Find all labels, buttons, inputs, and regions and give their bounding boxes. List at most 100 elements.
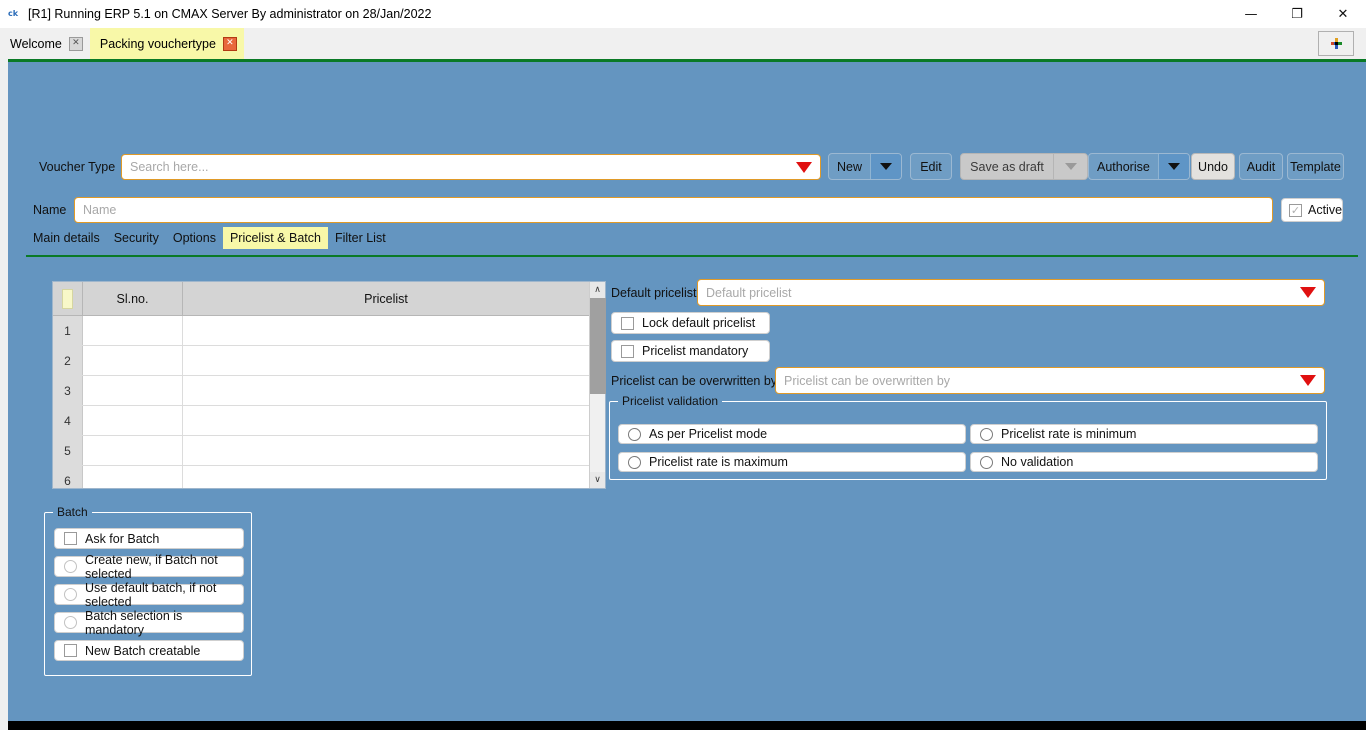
tab-options[interactable]: Options — [166, 227, 223, 249]
cell-pricelist[interactable] — [183, 316, 589, 345]
audit-button-label: Audit — [1247, 160, 1276, 174]
authorise-dropdown-toggle[interactable] — [1158, 154, 1189, 179]
audit-button[interactable]: Audit — [1239, 153, 1283, 180]
app-icon: ck — [6, 7, 20, 21]
cell-slno[interactable] — [83, 346, 183, 375]
pricelist-grid[interactable]: Sl.no. Pricelist 1 2 3 — [52, 281, 606, 489]
radio-label: Batch selection is mandatory — [85, 609, 234, 637]
checkbox-icon — [64, 644, 77, 657]
cell-slno[interactable] — [83, 316, 183, 345]
scroll-down-icon[interactable]: ∨ — [590, 472, 605, 488]
radio-icon — [64, 616, 77, 629]
doc-tab-welcome[interactable]: Welcome ✕ — [0, 28, 90, 59]
name-input[interactable]: Name — [74, 197, 1273, 223]
table-row[interactable]: 3 — [53, 376, 589, 406]
cell-slno[interactable] — [83, 466, 183, 488]
window-title: [R1] Running ERP 5.1 on CMAX Server By a… — [28, 7, 431, 21]
radio-icon — [628, 456, 641, 469]
cell-slno[interactable] — [83, 376, 183, 405]
checkbox-icon — [621, 345, 634, 358]
radio-as-per-pricelist-mode[interactable]: As per Pricelist mode — [618, 424, 966, 444]
maximize-icon[interactable]: ❐ — [1274, 0, 1320, 28]
table-row[interactable]: 6 — [53, 466, 589, 488]
new-button-label: New — [829, 160, 870, 174]
close-icon[interactable]: ✕ — [1320, 0, 1366, 28]
cell-slno[interactable] — [83, 436, 183, 465]
scrollbar-thumb[interactable] — [590, 298, 606, 394]
tab-pricelist-and-batch[interactable]: Pricelist & Batch — [223, 227, 328, 249]
authorise-button-label: Authorise — [1089, 160, 1158, 174]
ask-for-batch-checkbox[interactable]: Ask for Batch — [54, 528, 244, 549]
row-number: 1 — [53, 316, 83, 345]
tab-filter-list[interactable]: Filter List — [328, 227, 393, 249]
table-row[interactable]: 2 — [53, 346, 589, 376]
table-row[interactable]: 5 — [53, 436, 589, 466]
save-as-draft-dropdown-toggle[interactable] — [1053, 154, 1087, 179]
minimize-icon[interactable]: — — [1228, 0, 1274, 28]
pricelist-overwritten-by-combobox[interactable]: Pricelist can be overwritten by — [775, 367, 1325, 394]
grid-header-row: Sl.no. Pricelist — [53, 282, 589, 316]
scrollbar-track[interactable] — [590, 298, 605, 472]
close-icon[interactable]: ✕ — [223, 37, 237, 51]
doc-tab-packing-vouchertype[interactable]: Packing vouchertype ✕ — [90, 28, 244, 59]
grid-corner-cell[interactable] — [53, 282, 83, 315]
grid-main: Sl.no. Pricelist 1 2 3 — [53, 282, 589, 488]
cell-pricelist[interactable] — [183, 466, 589, 488]
grid-vertical-scrollbar[interactable]: ∧ ∨ — [589, 282, 605, 488]
new-dropdown-toggle[interactable] — [870, 154, 901, 179]
row-number: 3 — [53, 376, 83, 405]
edit-button[interactable]: Edit — [910, 153, 952, 180]
cell-pricelist[interactable] — [183, 346, 589, 375]
radio-pricelist-rate-is-minimum[interactable]: Pricelist rate is minimum — [970, 424, 1318, 444]
grid-header-slno[interactable]: Sl.no. — [83, 282, 183, 315]
chevron-down-icon[interactable] — [796, 162, 812, 173]
undo-button[interactable]: Undo — [1191, 153, 1235, 180]
chevron-down-icon[interactable] — [1300, 287, 1316, 298]
radio-no-validation[interactable]: No validation — [970, 452, 1318, 472]
active-checkbox[interactable]: Active — [1281, 198, 1343, 222]
cell-pricelist[interactable] — [183, 406, 589, 435]
close-icon[interactable]: ✕ — [69, 37, 83, 51]
grid-header-pricelist[interactable]: Pricelist — [183, 282, 589, 315]
scroll-up-icon[interactable]: ∧ — [590, 282, 605, 298]
pricelist-mandatory-checkbox[interactable]: Pricelist mandatory — [611, 340, 770, 362]
pricelist-overwritten-by-label: Pricelist can be overwritten by — [611, 374, 777, 388]
tab-security[interactable]: Security — [107, 227, 166, 249]
save-as-draft-button[interactable]: Save as draft — [960, 153, 1088, 180]
radio-icon — [980, 456, 993, 469]
cell-pricelist[interactable] — [183, 436, 589, 465]
bottom-band — [8, 721, 1366, 730]
chevron-down-icon — [1168, 163, 1180, 170]
cell-pricelist[interactable] — [183, 376, 589, 405]
radio-label: Pricelist rate is minimum — [1001, 427, 1136, 441]
radio-use-default-batch-if-not-selected[interactable]: Use default batch, if not selected — [54, 584, 244, 605]
active-label: Active — [1308, 203, 1342, 217]
window-controls: — ❐ ✕ — [1228, 0, 1366, 28]
row-number: 4 — [53, 406, 83, 435]
table-row[interactable]: 4 — [53, 406, 589, 436]
template-button[interactable]: Template — [1287, 153, 1344, 180]
radio-batch-selection-is-mandatory[interactable]: Batch selection is mandatory — [54, 612, 244, 633]
lock-default-pricelist-checkbox[interactable]: Lock default pricelist — [611, 312, 770, 334]
new-button[interactable]: New — [828, 153, 902, 180]
name-label: Name — [33, 203, 66, 217]
voucher-type-label: Voucher Type — [39, 160, 115, 174]
table-row[interactable]: 1 — [53, 316, 589, 346]
default-pricelist-combobox[interactable]: Default pricelist — [697, 279, 1325, 306]
add-tab-button[interactable] — [1318, 31, 1354, 56]
radio-create-new-if-batch-not-selected[interactable]: Create new, if Batch not selected — [54, 556, 244, 577]
radio-pricelist-rate-is-maximum[interactable]: Pricelist rate is maximum — [618, 452, 966, 472]
cell-slno[interactable] — [83, 406, 183, 435]
row-number: 2 — [53, 346, 83, 375]
tab-main-details[interactable]: Main details — [26, 227, 107, 249]
authorise-button[interactable]: Authorise — [1088, 153, 1190, 180]
voucher-type-search-input[interactable]: Search here... — [121, 154, 821, 180]
application-body: Voucher Type Search here... New Edit Sav… — [0, 59, 1366, 730]
save-as-draft-label: Save as draft — [961, 160, 1053, 174]
doc-tab-label: Packing vouchertype — [100, 37, 216, 51]
document-tabstrip: Welcome ✕ Packing vouchertype ✕ — [0, 28, 1366, 59]
tab-label: Filter List — [335, 231, 386, 245]
new-batch-creatable-checkbox[interactable]: New Batch creatable — [54, 640, 244, 661]
tab-label: Security — [114, 231, 159, 245]
chevron-down-icon[interactable] — [1300, 375, 1316, 386]
